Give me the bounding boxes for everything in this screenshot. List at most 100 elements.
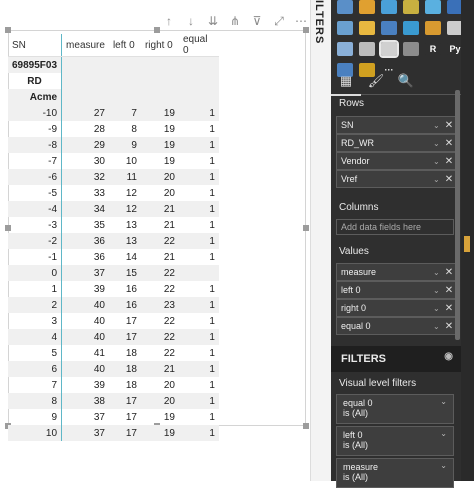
measure-cell[interactable]: 40	[61, 361, 109, 377]
equal-cell[interactable]: 1	[179, 185, 219, 201]
right-cell[interactable]: 19	[140, 425, 179, 441]
right-cell[interactable]: 22	[140, 233, 179, 249]
equal-cell[interactable]: 1	[178, 361, 219, 377]
right-cell[interactable]: 19	[140, 105, 179, 121]
chevron-down-icon[interactable]: ⌄	[440, 397, 447, 406]
drill-down-icon[interactable]: ↓	[184, 14, 198, 28]
left-cell[interactable]: 8	[109, 121, 141, 137]
pane-scrollbar[interactable]	[455, 90, 460, 340]
focus-mode-icon[interactable]: ⤢	[272, 14, 286, 28]
measure-cell[interactable]: 29	[61, 137, 109, 153]
eye-icon[interactable]: ◉	[444, 351, 453, 362]
right-cell[interactable]: 20	[140, 393, 179, 409]
line-column-icon[interactable]	[359, 0, 375, 14]
filter-card[interactable]: left 0 is (All) ⌄	[336, 426, 454, 456]
row-header-cell[interactable]: 9	[8, 409, 63, 425]
measure-cell[interactable]: 37	[61, 265, 109, 281]
measure-cell[interactable]: 40	[61, 329, 109, 345]
rows-field-well[interactable]: SN ⌄ ✕	[336, 116, 456, 134]
shape-map-icon[interactable]	[403, 42, 419, 56]
left-cell[interactable]: 17	[109, 313, 141, 329]
right-cell[interactable]: 21	[140, 201, 179, 217]
chevron-down-icon[interactable]: ⌄	[440, 461, 447, 470]
rows-field-well[interactable]: RD_WR ⌄ ✕	[336, 134, 456, 152]
fields-tab-icon[interactable]: ▦	[331, 68, 361, 96]
left-cell[interactable]: 17	[109, 409, 141, 425]
hierarchy-label[interactable]: Acme	[8, 89, 63, 105]
equal-cell[interactable]: 1	[179, 121, 219, 137]
left-cell[interactable]: 15	[108, 265, 141, 281]
remove-field-icon[interactable]: ✕	[443, 285, 455, 296]
left-cell[interactable]: 12	[109, 185, 141, 201]
measure-cell[interactable]: 36	[61, 233, 109, 249]
left-cell[interactable]: 17	[108, 425, 141, 441]
left-cell[interactable]: 16	[109, 281, 141, 297]
row-header-cell[interactable]: 2	[8, 297, 63, 313]
measure-cell[interactable]: 39	[62, 281, 109, 297]
left-cell[interactable]: 18	[109, 377, 141, 393]
filter-icon[interactable]: ⊽	[250, 14, 264, 28]
measure-cell[interactable]: 33	[62, 185, 109, 201]
equal-cell[interactable]: 1	[178, 137, 219, 153]
right-cell[interactable]: 19	[141, 153, 179, 169]
left-cell[interactable]: 9	[108, 137, 141, 153]
right-cell[interactable]: 20	[141, 377, 179, 393]
values-field-well[interactable]: left 0 ⌄ ✕	[336, 281, 456, 299]
row-header-cell[interactable]: -1	[8, 249, 63, 265]
equal-cell[interactable]: 1	[179, 377, 219, 393]
measure-cell[interactable]: 32	[61, 169, 109, 185]
more-options-icon[interactable]: ⋯	[294, 14, 308, 28]
row-header-cell[interactable]: 5	[8, 345, 63, 361]
right-cell[interactable]: 22	[141, 313, 179, 329]
remove-field-icon[interactable]: ✕	[443, 174, 455, 185]
values-field-well[interactable]: equal 0 ⌄ ✕	[336, 317, 456, 335]
left-cell[interactable]: 7	[108, 105, 141, 121]
measure-cell[interactable]: 37	[62, 409, 109, 425]
right-cell[interactable]: 22	[141, 281, 179, 297]
chevron-down-icon[interactable]: ⌄	[433, 157, 443, 166]
right-cell[interactable]: 20	[141, 185, 179, 201]
column-header-measure[interactable]: measure	[61, 34, 109, 57]
row-header-cell[interactable]: -9	[8, 121, 63, 137]
map-icon[interactable]	[403, 21, 419, 35]
values-field-well[interactable]: measure ⌄ ✕	[336, 263, 456, 281]
right-cell[interactable]: 21	[141, 217, 179, 233]
equal-cell[interactable]: 1	[178, 201, 219, 217]
left-cell[interactable]: 13	[108, 233, 141, 249]
row-header-cell[interactable]: -10	[8, 105, 63, 121]
row-header-cell[interactable]: -4	[8, 201, 63, 217]
row-header-cell[interactable]: -2	[8, 233, 63, 249]
remove-field-icon[interactable]: ✕	[443, 303, 455, 314]
column-header-equal[interactable]: equal 0	[178, 34, 219, 57]
left-cell[interactable]: 10	[109, 153, 141, 169]
row-header-cell[interactable]: -7	[8, 153, 63, 169]
left-cell[interactable]: 13	[109, 217, 141, 233]
resize-handle[interactable]	[5, 27, 11, 33]
chevron-down-icon[interactable]: ⌄	[433, 286, 443, 295]
row-header-cell[interactable]: 3	[8, 313, 63, 329]
hierarchy-label[interactable]: 69895F03	[8, 56, 63, 73]
table-icon[interactable]	[359, 42, 375, 56]
measure-cell[interactable]: 27	[61, 105, 109, 121]
equal-cell[interactable]: 1	[179, 281, 219, 297]
equal-cell[interactable]: 1	[179, 249, 219, 265]
format-tab-icon[interactable]: 🖌	[361, 68, 391, 94]
chevron-down-icon[interactable]: ⌄	[433, 175, 443, 184]
left-cell[interactable]: 17	[108, 329, 141, 345]
gauge-icon[interactable]	[425, 21, 441, 35]
right-cell[interactable]: 20	[140, 169, 179, 185]
row-header-cell[interactable]: -3	[8, 217, 63, 233]
filter-card[interactable]: measure is (All) ⌄	[336, 458, 454, 488]
left-cell[interactable]: 18	[109, 345, 141, 361]
equal-cell[interactable]: 1	[178, 329, 219, 345]
analytics-tab-icon[interactable]: 🔍	[391, 68, 421, 94]
measure-cell[interactable]: 41	[62, 345, 109, 361]
right-cell[interactable]: 22	[140, 329, 179, 345]
chevron-down-icon[interactable]: ⌄	[440, 429, 447, 438]
equal-cell[interactable]: 1	[178, 169, 219, 185]
right-cell[interactable]: 19	[141, 121, 179, 137]
right-cell[interactable]: 23	[140, 297, 179, 313]
scatter-icon[interactable]	[337, 21, 353, 35]
row-header-cell[interactable]: 4	[8, 329, 63, 345]
right-cell[interactable]: 19	[140, 137, 179, 153]
